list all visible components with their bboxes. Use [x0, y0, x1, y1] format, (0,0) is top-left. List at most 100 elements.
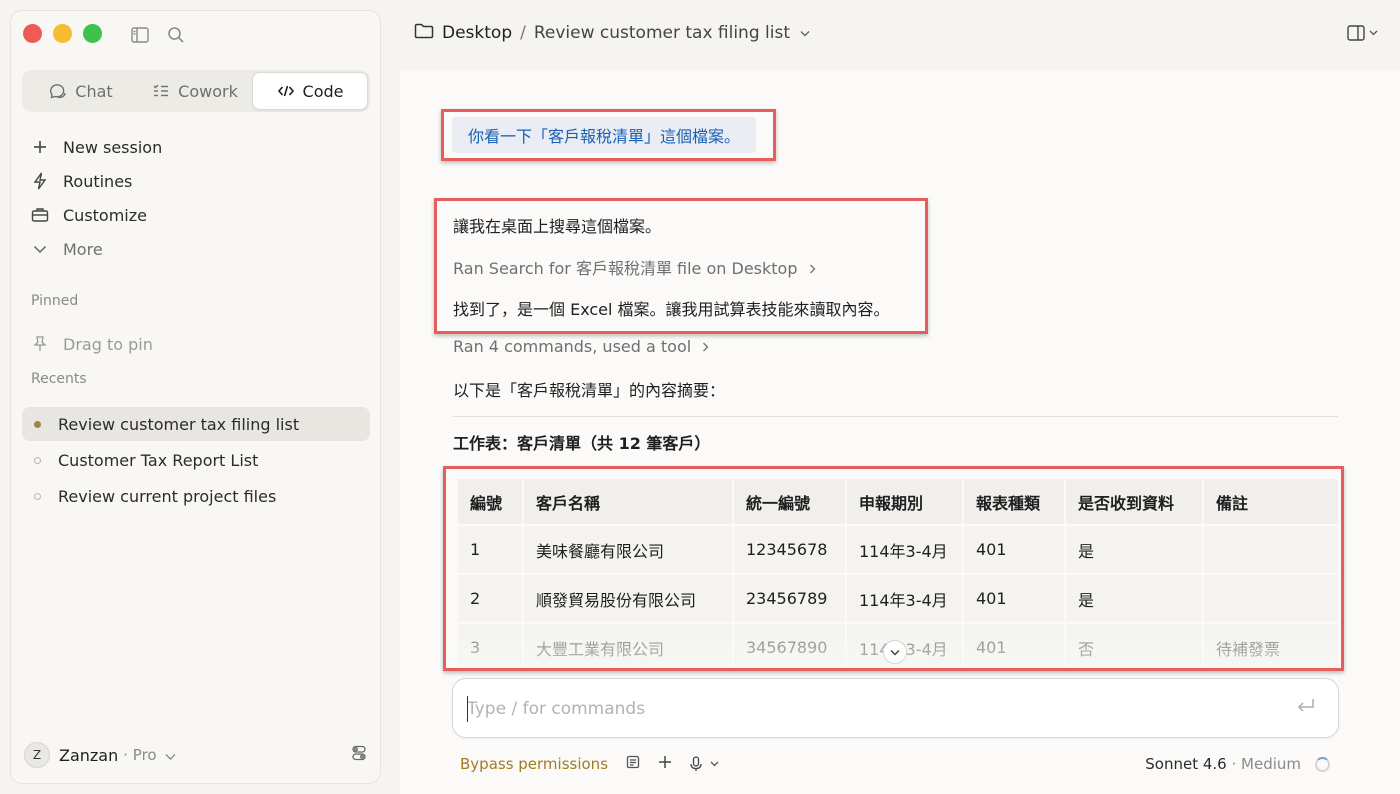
assistant-text-line: 找到了，是一個 Excel 檔案。讓我用試算表技能來讀取內容。: [453, 300, 890, 319]
table-header-cell: 編號: [458, 479, 522, 524]
maximize-window-button[interactable]: [83, 24, 102, 43]
user-name: Zanzan: [59, 745, 119, 765]
customize-label: Customize: [63, 205, 147, 225]
table-cell: [1204, 575, 1338, 622]
more-button[interactable]: More: [31, 232, 371, 266]
table-header-cell: 備註: [1204, 479, 1338, 524]
table-header-cell: 統一編號: [734, 479, 845, 524]
side-panel-icon: [1347, 25, 1365, 41]
table-cell: 401: [964, 624, 1064, 668]
permission-mode-button[interactable]: Bypass permissions: [460, 755, 608, 773]
summary-intro: 以下是「客戶報稅清單」的內容摘要：: [453, 381, 726, 400]
mode-code-label: Code: [302, 81, 344, 101]
table-row: 2 順發貿易股份有限公司 23456789 114年3-4月 401 是: [458, 575, 1338, 622]
sidebar: Chat Cowork Code New session Routines Cu…: [10, 10, 381, 784]
table-header-cell: 申報期別: [847, 479, 962, 524]
mode-chat-button[interactable]: Chat: [24, 72, 138, 110]
table-cell: 待補發票: [1204, 624, 1338, 668]
tool-call-label: Ran Search for 客戶報稅清單 file on Desktop: [453, 259, 798, 278]
tool-call-search[interactable]: Ran Search for 客戶報稅清單 file on Desktop: [453, 255, 816, 279]
recent-item-review-customer-tax-filing-list[interactable]: Review customer tax filing list: [22, 407, 370, 441]
routines-label: Routines: [63, 171, 133, 191]
chevron-right-icon: [702, 337, 709, 356]
more-label: More: [63, 239, 103, 259]
model-name: Sonnet 4.6: [1145, 755, 1227, 773]
loading-spinner-icon: [1315, 756, 1330, 772]
table-cell: 401: [964, 526, 1064, 573]
new-session-label: New session: [63, 137, 163, 157]
chevron-right-icon: [809, 259, 816, 278]
table-cell: 是: [1066, 526, 1202, 573]
table-cell: 114年3-4月: [847, 526, 962, 573]
table-header-row: 編號 客戶名稱 統一編號 申報期別 報表種類 是否收到資料 備註: [458, 479, 1338, 524]
table-header-cell: 是否收到資料: [1066, 479, 1202, 524]
chevron-down-icon: [165, 746, 176, 765]
plus-icon[interactable]: [658, 755, 672, 773]
table-cell: 114年3-4月: [847, 575, 962, 622]
drag-to-pin-area[interactable]: Drag to pin: [31, 327, 153, 361]
customize-button[interactable]: Customize: [31, 198, 371, 232]
minimize-window-button[interactable]: [53, 24, 72, 43]
routines-button[interactable]: Routines: [31, 164, 371, 198]
pinned-section-label: Pinned: [31, 293, 79, 309]
panel-toggle-button[interactable]: [1347, 25, 1378, 41]
microphone-icon[interactable]: [690, 756, 719, 772]
mode-code-button[interactable]: Code: [252, 72, 368, 110]
chat-bubble-icon: [50, 84, 66, 99]
user-plan: · Pro: [123, 746, 157, 764]
breadcrumb-root: Desktop: [442, 23, 513, 43]
table-cell: 1: [458, 526, 522, 573]
recents-list: Review customer tax filing list Customer…: [22, 407, 370, 515]
plus-icon: [31, 140, 49, 154]
inactive-dot-icon: [34, 456, 41, 464]
sidebar-nav: New session Routines Customize More: [31, 130, 371, 266]
user-menu[interactable]: Z Zanzan · Pro: [24, 739, 367, 771]
recent-item-review-current-project-files[interactable]: Review current project files: [22, 479, 370, 513]
search-icon[interactable]: [165, 24, 187, 46]
mode-switch: Chat Cowork Code: [22, 70, 370, 112]
chevron-down-icon: [31, 244, 49, 254]
message-composer: [452, 678, 1339, 738]
table-row: 1 美味餐廳有限公司 12345678 114年3-4月 401 是: [458, 526, 1338, 573]
avatar: Z: [24, 742, 50, 768]
tool-call-label: Ran 4 commands, used a tool: [453, 337, 692, 356]
assistant-text-line: 讓我在桌面上搜尋這個檔案。: [453, 217, 662, 236]
divider: [453, 416, 1338, 417]
breadcrumb-page-title: Review customer tax filing list: [533, 23, 790, 43]
recents-section-label: Recents: [31, 371, 87, 387]
chevron-down-icon: [800, 26, 810, 40]
recent-item-label: Review customer tax filing list: [58, 414, 300, 434]
settings-toggle-icon[interactable]: [351, 745, 367, 765]
command-input[interactable]: [467, 696, 1267, 722]
folder-icon: [414, 23, 434, 44]
window-controls: [23, 24, 102, 43]
table-cell: 美味餐廳有限公司: [524, 526, 732, 573]
recent-item-label: Customer Tax Report List: [58, 450, 259, 470]
model-selector[interactable]: Sonnet 4.6 · Medium: [1145, 755, 1301, 773]
table-cell: 23456789: [734, 575, 845, 622]
table-cell: 401: [964, 575, 1064, 622]
table-cell: 2: [458, 575, 522, 622]
table-cell: 12345678: [734, 526, 845, 573]
table-cell: [1204, 526, 1338, 573]
mode-cowork-button[interactable]: Cowork: [138, 72, 252, 110]
scroll-to-bottom-button[interactable]: [883, 640, 907, 664]
chevron-down-icon: [1369, 30, 1378, 36]
topbar: Desktop / Review customer tax filing lis…: [414, 18, 1378, 48]
tool-call-commands[interactable]: Ran 4 commands, used a tool: [453, 337, 709, 356]
sidebar-toggle-icon[interactable]: [129, 24, 151, 46]
pin-icon: [31, 336, 49, 352]
new-session-button[interactable]: New session: [31, 130, 371, 164]
table-header-cell: 客戶名稱: [524, 479, 732, 524]
breadcrumb[interactable]: Desktop / Review customer tax filing lis…: [414, 23, 810, 44]
close-window-button[interactable]: [23, 24, 42, 43]
table-cell: 大豐工業有限公司: [524, 624, 732, 668]
checklist-icon: [153, 84, 169, 97]
mode-cowork-label: Cowork: [178, 81, 238, 101]
recent-item-customer-tax-report-list[interactable]: Customer Tax Report List: [22, 443, 370, 477]
enter-send-icon[interactable]: [1296, 697, 1316, 719]
table-cell: 是: [1066, 575, 1202, 622]
sheet-heading: 工作表：客戶清單（共 12 筆客戶）: [453, 434, 711, 453]
bolt-icon: [31, 172, 49, 190]
notes-icon[interactable]: [626, 755, 640, 773]
